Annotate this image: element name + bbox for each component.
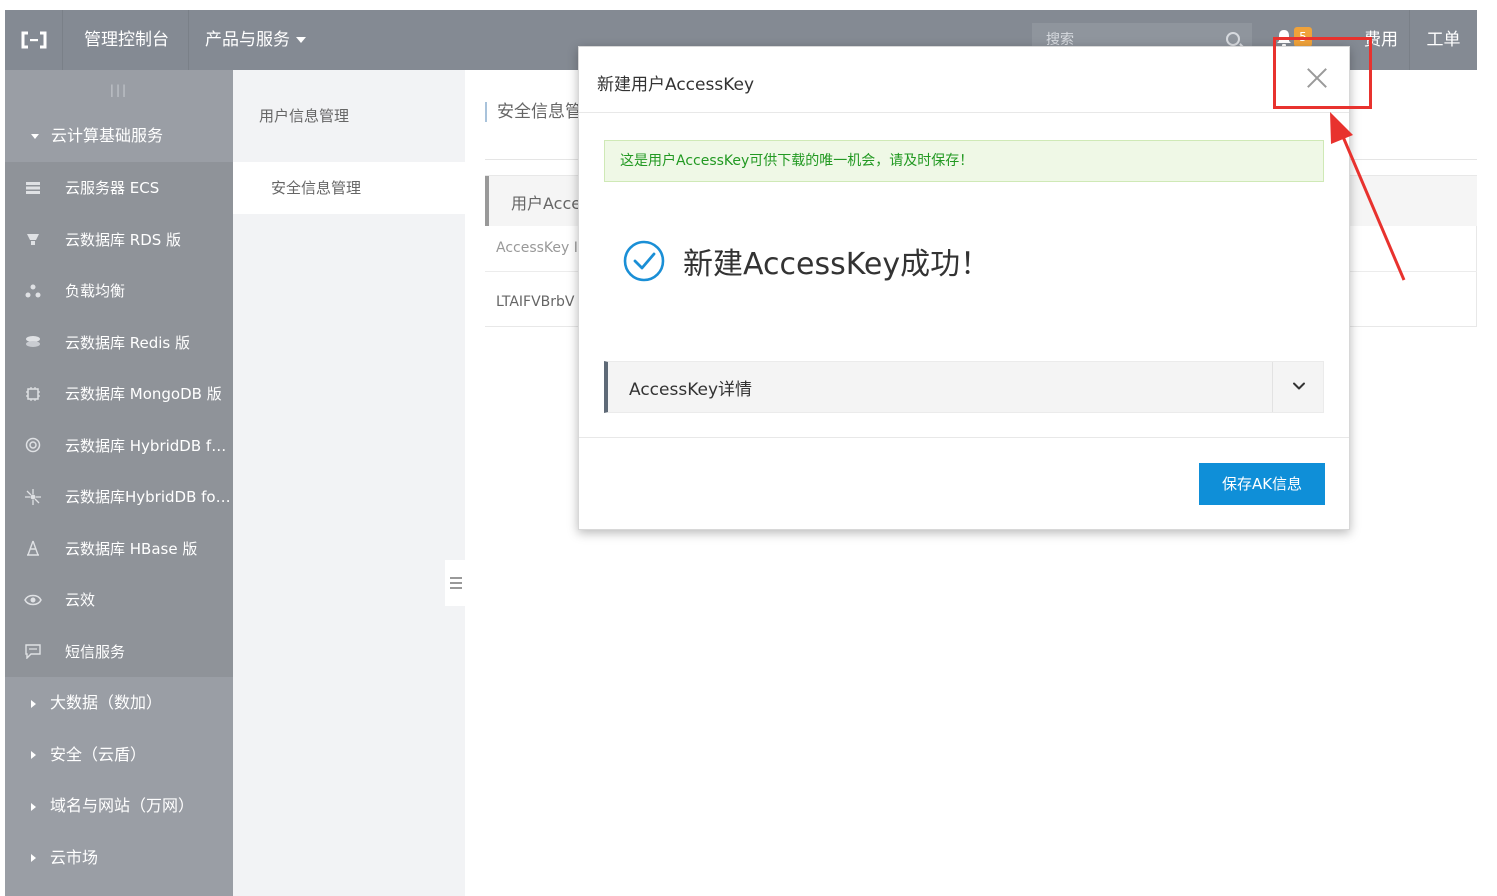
- accesskey-id-cell: LTAIFVBrbV: [496, 294, 575, 310]
- subnav-collapse-toggle[interactable]: [445, 560, 467, 606]
- sidebar-group-label: 域名与网站（万网）: [50, 796, 195, 815]
- products-services-label: 产品与服务: [205, 30, 290, 50]
- sidebar-item-hbase[interactable]: 云数据库 HBase 版: [5, 522, 233, 574]
- sidebar-group-label: 大数据（数加）: [50, 693, 163, 712]
- download-once-notice: 这是用户AccessKey可供下载的唯一机会，请及时保存！: [604, 140, 1324, 182]
- check-circle-icon: [623, 240, 665, 282]
- product-sidebar: ||| 云计算基础服务 云服务器 ECS 云数据库 RDS 版 负载均衡 云数据…: [5, 70, 233, 896]
- sidebar-group-domains[interactable]: 域名与网站（万网）: [5, 780, 233, 832]
- sidebar-item-rds[interactable]: 云数据库 RDS 版: [5, 213, 233, 265]
- sidebar-item-label: 云数据库 HybridDB fo...: [65, 436, 233, 455]
- caret-right-icon: [31, 854, 36, 862]
- menu-icon: [450, 582, 462, 584]
- caret-right-icon: [31, 751, 36, 759]
- sidebar-group-big-data[interactable]: 大数据（数加）: [5, 677, 233, 729]
- mongodb-icon: [23, 384, 43, 404]
- divider: [1272, 362, 1273, 412]
- sidebar-item-label: 云数据库 MongoDB 版: [65, 385, 222, 404]
- database-icon: [23, 229, 43, 249]
- sidebar-item-label: 短信服务: [65, 642, 126, 661]
- sidebar-group-marketplace[interactable]: 云市场: [5, 831, 233, 883]
- sidebar-item-label: 云数据库 Redis 版: [65, 333, 191, 352]
- sidebar-item-mongodb[interactable]: 云数据库 MongoDB 版: [5, 368, 233, 420]
- accesskey-panel-title: 用户Acce: [511, 194, 582, 213]
- search-icon[interactable]: [1226, 32, 1240, 46]
- sidebar-item-label: 云数据库 RDS 版: [65, 230, 182, 249]
- ticket-link[interactable]: 工单: [1409, 10, 1477, 70]
- console-home-link[interactable]: 管理控制台: [65, 10, 189, 70]
- sidebar-item-sms[interactable]: 短信服务: [5, 625, 233, 677]
- save-ak-info-button[interactable]: 保存AK信息: [1199, 463, 1325, 505]
- sidebar-resize-handle[interactable]: |||: [5, 70, 233, 110]
- products-services-menu[interactable]: 产品与服务: [205, 10, 306, 70]
- sidebar-item-hybriddb-2[interactable]: 云数据库HybridDB for...: [5, 471, 233, 523]
- accesskey-id-column-header: AccessKey I: [496, 240, 578, 256]
- close-button-highlight: [1273, 37, 1372, 109]
- sidebar-item-label: 云数据库 HBase 版: [65, 539, 198, 558]
- sidebar-group-cloud-basic[interactable]: 云计算基础服务: [5, 110, 233, 162]
- sidebar-item-label: 云服务器 ECS: [65, 179, 160, 198]
- sidebar-group-label: 安全（云盾）: [50, 744, 147, 764]
- caret-right-icon: [31, 699, 36, 708]
- accesskey-details-collapse[interactable]: AccessKey详情: [604, 361, 1324, 413]
- sidebar-item-label: 云数据库HybridDB for...: [65, 488, 233, 507]
- divider: [579, 112, 1349, 113]
- divider: [579, 437, 1349, 438]
- sidebar-item-label: 负载均衡: [65, 282, 126, 301]
- sidebar-item-yunxiao[interactable]: 云效: [5, 574, 233, 626]
- load-balancer-icon: [23, 281, 43, 301]
- sidebar-group-label: 云计算基础服务: [51, 126, 164, 145]
- eye-icon: [23, 590, 43, 610]
- server-icon: [23, 178, 43, 198]
- chevron-down-icon: [296, 37, 306, 43]
- caret-right-icon: [31, 802, 36, 811]
- accesskey-details-label: AccessKey详情: [629, 380, 753, 400]
- user-info-subnav: 用户信息管理 安全信息管理: [233, 70, 465, 896]
- page-title: 安全信息管: [485, 102, 582, 122]
- redis-icon: [23, 332, 43, 352]
- hbase-icon: [23, 538, 43, 558]
- create-accesskey-dialog: 新建用户AccessKey 这是用户AccessKey可供下载的唯一机会，请及时…: [578, 46, 1350, 530]
- console-window: 管理控制台 产品与服务 5 费用 工单 ||| 云计算基础服务 云服务器 ECS…: [5, 10, 1477, 896]
- hybriddb-cluster-icon: [23, 487, 43, 507]
- sidebar-item-redis[interactable]: 云数据库 Redis 版: [5, 316, 233, 368]
- sidebar-item-load-balancer[interactable]: 负载均衡: [5, 265, 233, 317]
- sidebar-item-label: 云效: [65, 591, 96, 610]
- subnav-item-security-info[interactable]: 安全信息管理: [233, 162, 465, 214]
- chevron-down-icon[interactable]: [1291, 378, 1307, 394]
- subnav-title: 用户信息管理: [259, 107, 350, 125]
- sidebar-item-ecs[interactable]: 云服务器 ECS: [5, 162, 233, 214]
- sidebar-group-label: 云市场: [50, 847, 99, 867]
- sidebar-group-security[interactable]: 安全（云盾）: [5, 728, 233, 780]
- caret-down-icon: [31, 134, 39, 139]
- dialog-title: 新建用户AccessKey: [597, 75, 755, 95]
- sidebar-item-hybriddb-1[interactable]: 云数据库 HybridDB fo...: [5, 419, 233, 471]
- aliyun-logo-icon[interactable]: [5, 10, 63, 70]
- success-message: 新建AccessKey成功！: [623, 239, 990, 283]
- message-icon: [23, 641, 43, 661]
- success-text: 新建AccessKey成功！: [683, 247, 991, 282]
- hybriddb-icon: [23, 435, 43, 455]
